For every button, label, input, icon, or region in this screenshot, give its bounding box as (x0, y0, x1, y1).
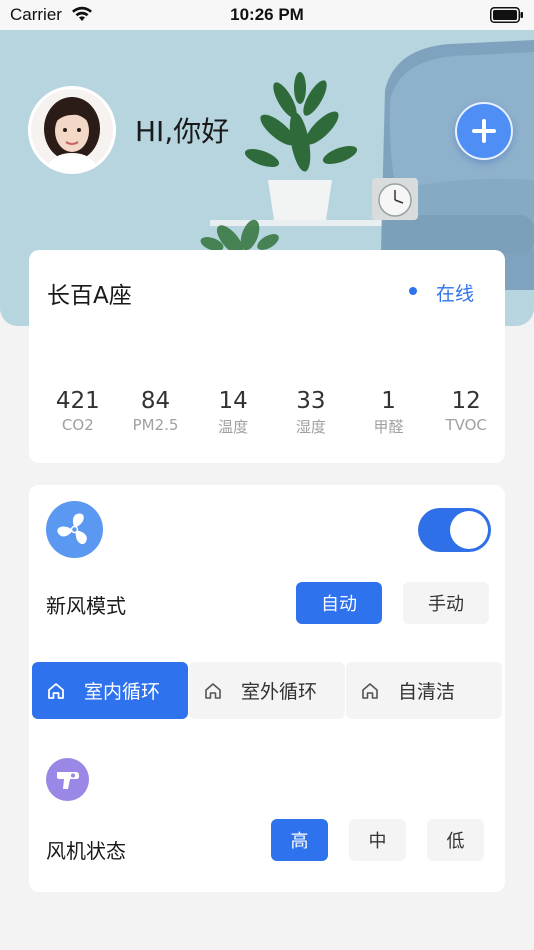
power-toggle[interactable] (418, 508, 491, 552)
fresh-air-mode-label: 新风模式 (46, 594, 126, 618)
speed-low-button[interactable]: 低 (427, 819, 484, 861)
metric-label: CO2 (61, 416, 94, 434)
fan-icon (46, 501, 103, 558)
clock: 10:26 PM (230, 5, 304, 24)
indoor-circulation-label: 室内循环 (84, 681, 161, 703)
metric-value: 1 (381, 388, 396, 414)
avatar[interactable] (28, 86, 116, 174)
home-icon (205, 682, 221, 699)
metric-value: 84 (140, 388, 171, 414)
metric-humidity: 33 湿度 (272, 388, 350, 437)
metric-temperature: 14 温度 (194, 388, 272, 437)
fan-state-label: 风机状态 (46, 839, 126, 863)
self-clean-button[interactable]: 自清洁 (346, 662, 502, 719)
metric-formaldehyde: 1 甲醛 (350, 388, 428, 437)
metric-label: 湿度 (295, 418, 326, 436)
control-card: 新风模式 自动 手动 室内循环 室外循环 自清洁 风机状态 高 中 低 (29, 485, 505, 892)
device-name: 长百A座 (47, 283, 132, 309)
air-quality-metrics: 421 CO2 84 PM2.5 14 温度 33 湿度 1 甲醛 12 TVO… (39, 388, 505, 437)
user-avatar-icon (31, 89, 113, 171)
indoor-circulation-button[interactable]: 室内循环 (32, 662, 188, 719)
battery-icon (490, 7, 524, 28)
metric-label: TVOC (445, 416, 487, 434)
metric-tvoc: 12 TVOC (427, 388, 505, 437)
plus-icon (472, 119, 496, 143)
status-badge: 在线 (436, 283, 475, 305)
home-icon (48, 682, 64, 699)
device-card[interactable]: 长百A座 在线 421 CO2 84 PM2.5 14 温度 33 湿度 1 甲… (29, 250, 505, 463)
outdoor-circulation-button[interactable]: 室外循环 (189, 662, 345, 719)
self-clean-label: 自清洁 (398, 681, 456, 703)
mode-auto-button[interactable]: 自动 (296, 582, 382, 624)
metric-value: 14 (218, 388, 248, 414)
speed-high-button[interactable]: 高 (271, 819, 328, 861)
mode-manual-button[interactable]: 手动 (403, 582, 489, 624)
add-device-button[interactable] (455, 102, 513, 160)
metric-pm25: 84 PM2.5 (117, 388, 195, 437)
metric-value: 421 (55, 388, 100, 414)
metric-value: 12 (451, 388, 481, 414)
metric-label: PM2.5 (132, 416, 179, 434)
toggle-knob (450, 511, 488, 549)
speed-medium-button[interactable]: 中 (349, 819, 406, 861)
home-icon (362, 682, 378, 699)
outdoor-circulation-label: 室外循环 (241, 681, 318, 703)
metric-label: 甲醛 (373, 418, 404, 436)
metric-label: 温度 (218, 418, 249, 436)
blower-icon (46, 758, 89, 801)
status-bar: Carrier 10:26 PM (0, 0, 534, 30)
metric-value: 33 (296, 388, 326, 414)
status-dot (409, 287, 417, 295)
greeting-text: HI,你好 (135, 115, 230, 148)
metric-co2: 421 CO2 (39, 388, 117, 437)
